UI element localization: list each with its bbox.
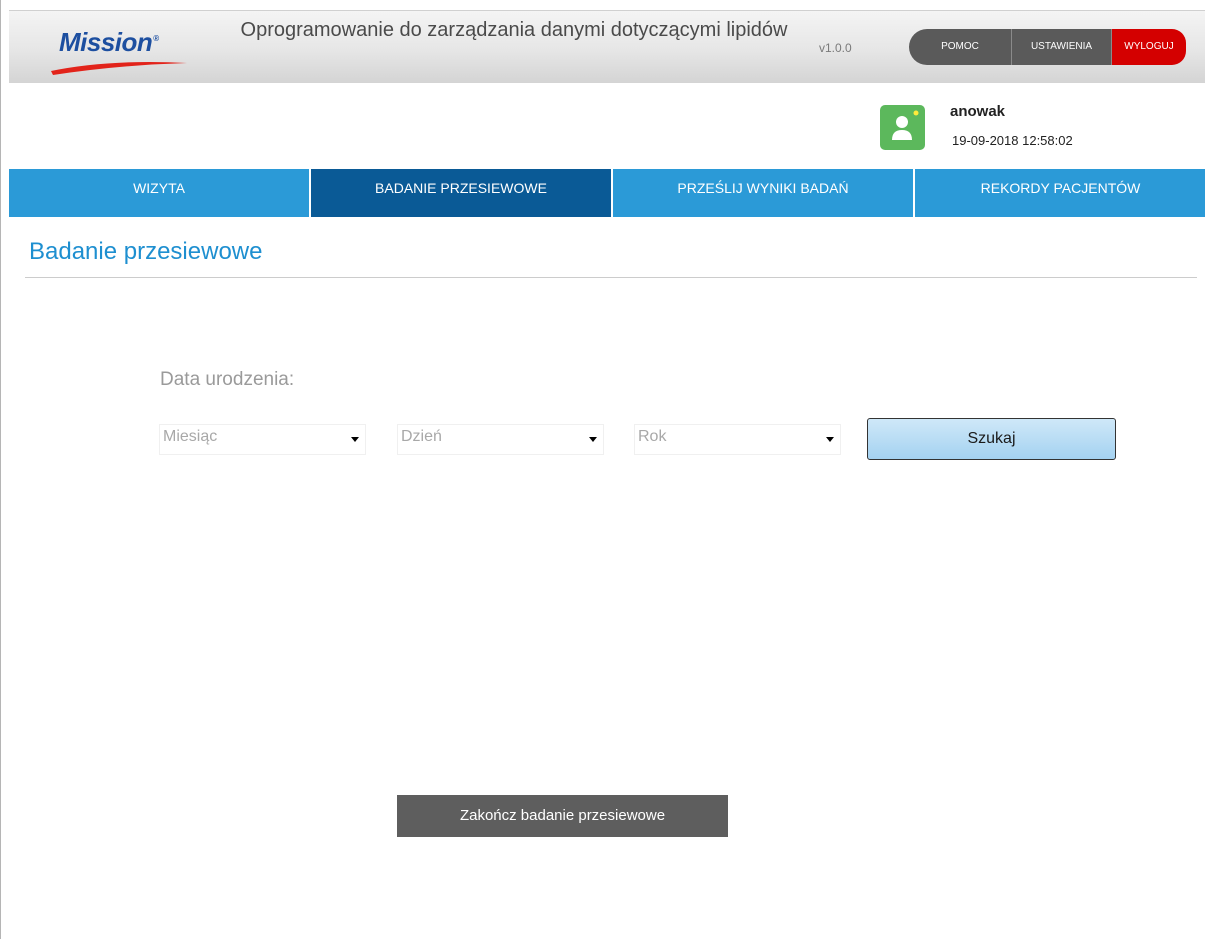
tab-screening[interactable]: BADANIE PRZESIEWOWE <box>311 169 613 217</box>
dropdown-arrow-icon <box>826 437 834 442</box>
search-button[interactable]: Szukaj <box>867 418 1116 460</box>
user-name: anowak <box>950 103 1006 120</box>
user-datetime: 19-09-2018 12:58:02 <box>952 133 1073 148</box>
day-select[interactable]: Dzień <box>397 424 604 455</box>
version-label: v1.0.0 <box>819 41 852 55</box>
app-title: Oprogramowanie do zarządzania danymi dot… <box>240 19 788 41</box>
dob-label: Data urodzenia: <box>160 369 295 390</box>
year-select-value: Rok <box>638 428 667 445</box>
avatar <box>880 105 925 150</box>
tab-send-results[interactable]: PRZEŚLIJ WYNIKI BADAŃ <box>613 169 915 217</box>
month-select[interactable]: Miesiąc <box>159 424 366 455</box>
mission-logo: Mission® <box>49 21 199 77</box>
logo-text: Mission <box>59 27 153 57</box>
logo-registered-mark: ® <box>153 34 159 44</box>
tab-patient-records[interactable]: REKORDY PACJENTÓW <box>915 169 1205 217</box>
help-button[interactable]: POMOC <box>909 29 1011 65</box>
day-select-value: Dzień <box>401 428 442 445</box>
logout-button[interactable]: WYLOGUJ <box>1111 29 1186 65</box>
title-divider <box>25 277 1197 278</box>
user-icon <box>892 110 919 140</box>
app-window: Mission® Oprogramowanie do zarządzania d… <box>0 0 1205 939</box>
top-button-group: POMOC USTAWIENIA WYLOGUJ <box>909 29 1186 65</box>
dropdown-arrow-icon <box>351 437 359 442</box>
year-select[interactable]: Rok <box>634 424 841 455</box>
header-bar: Mission® Oprogramowanie do zarządzania d… <box>9 10 1205 83</box>
page-title: Badanie przesiewowe <box>29 238 263 265</box>
logo-swoosh-icon <box>51 62 187 75</box>
month-select-value: Miesiąc <box>163 428 218 445</box>
main-nav: WIZYTA BADANIE PRZESIEWOWE PRZEŚLIJ WYNI… <box>9 169 1205 217</box>
settings-button[interactable]: USTAWIENIA <box>1011 29 1111 65</box>
tab-visit[interactable]: WIZYTA <box>9 169 311 217</box>
finish-screening-button[interactable]: Zakończ badanie przesiewowe <box>397 795 728 837</box>
dropdown-arrow-icon <box>589 437 597 442</box>
